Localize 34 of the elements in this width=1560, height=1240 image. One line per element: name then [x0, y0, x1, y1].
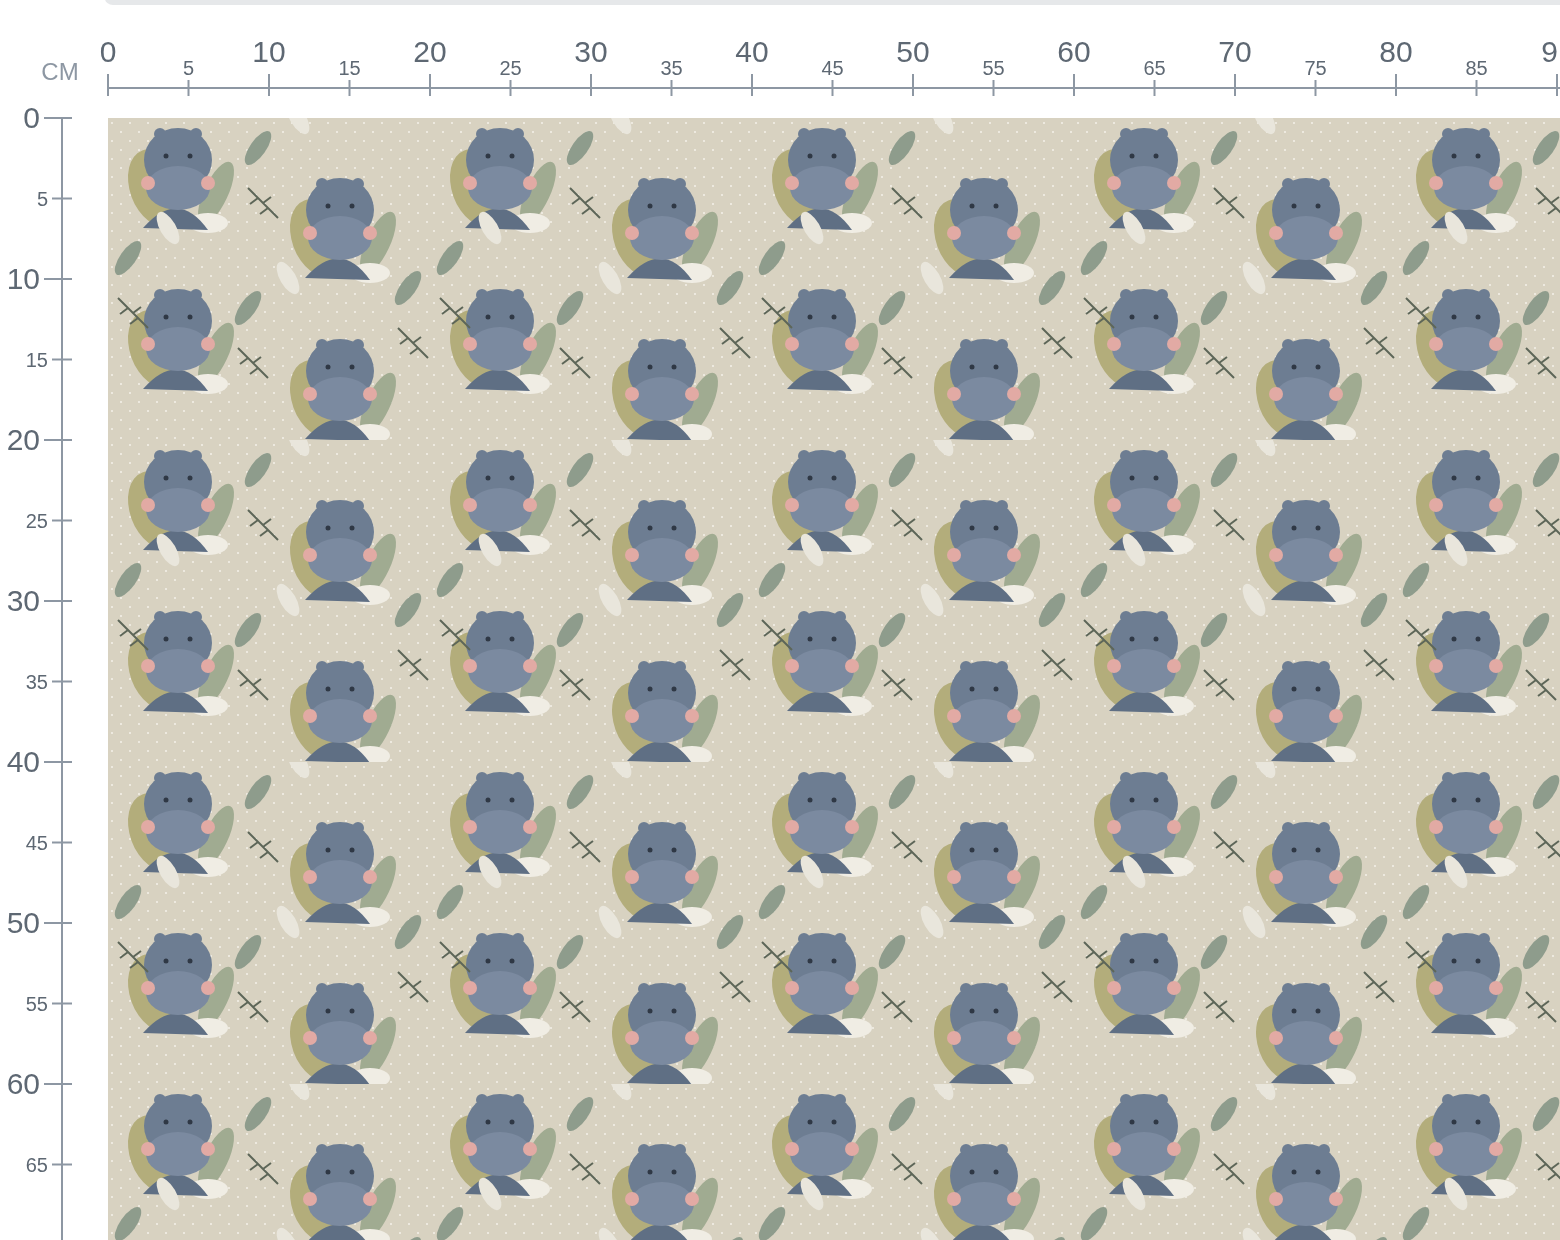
- ruler-label: 9: [1541, 35, 1558, 68]
- ruler-label: 35: [25, 670, 48, 693]
- ruler-label: 30: [574, 35, 608, 68]
- ruler-label: 55: [25, 992, 48, 1015]
- ruler-label: 45: [821, 57, 844, 79]
- ruler-label: 25: [499, 57, 522, 79]
- ruler-label: 10: [6, 262, 40, 295]
- ruler-label: 5: [36, 187, 48, 210]
- ruler-label: 40: [6, 745, 40, 778]
- ruler-label: 20: [413, 35, 447, 68]
- ruler-label: 60: [1057, 35, 1091, 68]
- ruler-label: 65: [1143, 57, 1166, 79]
- ruler-label: 10: [252, 35, 286, 68]
- ruler-label: 50: [896, 35, 930, 68]
- ruler-label: 40: [735, 35, 769, 68]
- ruler-label: 80: [1379, 35, 1413, 68]
- ruler-label: 50: [6, 906, 40, 939]
- ruler-label: 55: [982, 57, 1005, 79]
- ruler-label: 30: [6, 584, 40, 617]
- ruler-label: 0: [23, 101, 40, 134]
- ruler-label: 25: [25, 509, 48, 532]
- ruler-label: 15: [25, 348, 48, 371]
- ruler-label: 35: [660, 57, 683, 79]
- ruler-label: 20: [6, 423, 40, 456]
- ruler-label: 45: [25, 831, 48, 854]
- unit-label: CM: [41, 58, 79, 85]
- ruler-label: 0: [99, 35, 117, 68]
- ruler-label: 75: [1304, 57, 1327, 79]
- ruler-label: 70: [1218, 35, 1252, 68]
- ruler-label: 65: [25, 1153, 48, 1176]
- ruler-label: 85: [1465, 57, 1488, 79]
- ruler-label: 15: [338, 57, 361, 79]
- ruler-label: 5: [182, 57, 195, 79]
- ruler-label: 60: [6, 1067, 40, 1100]
